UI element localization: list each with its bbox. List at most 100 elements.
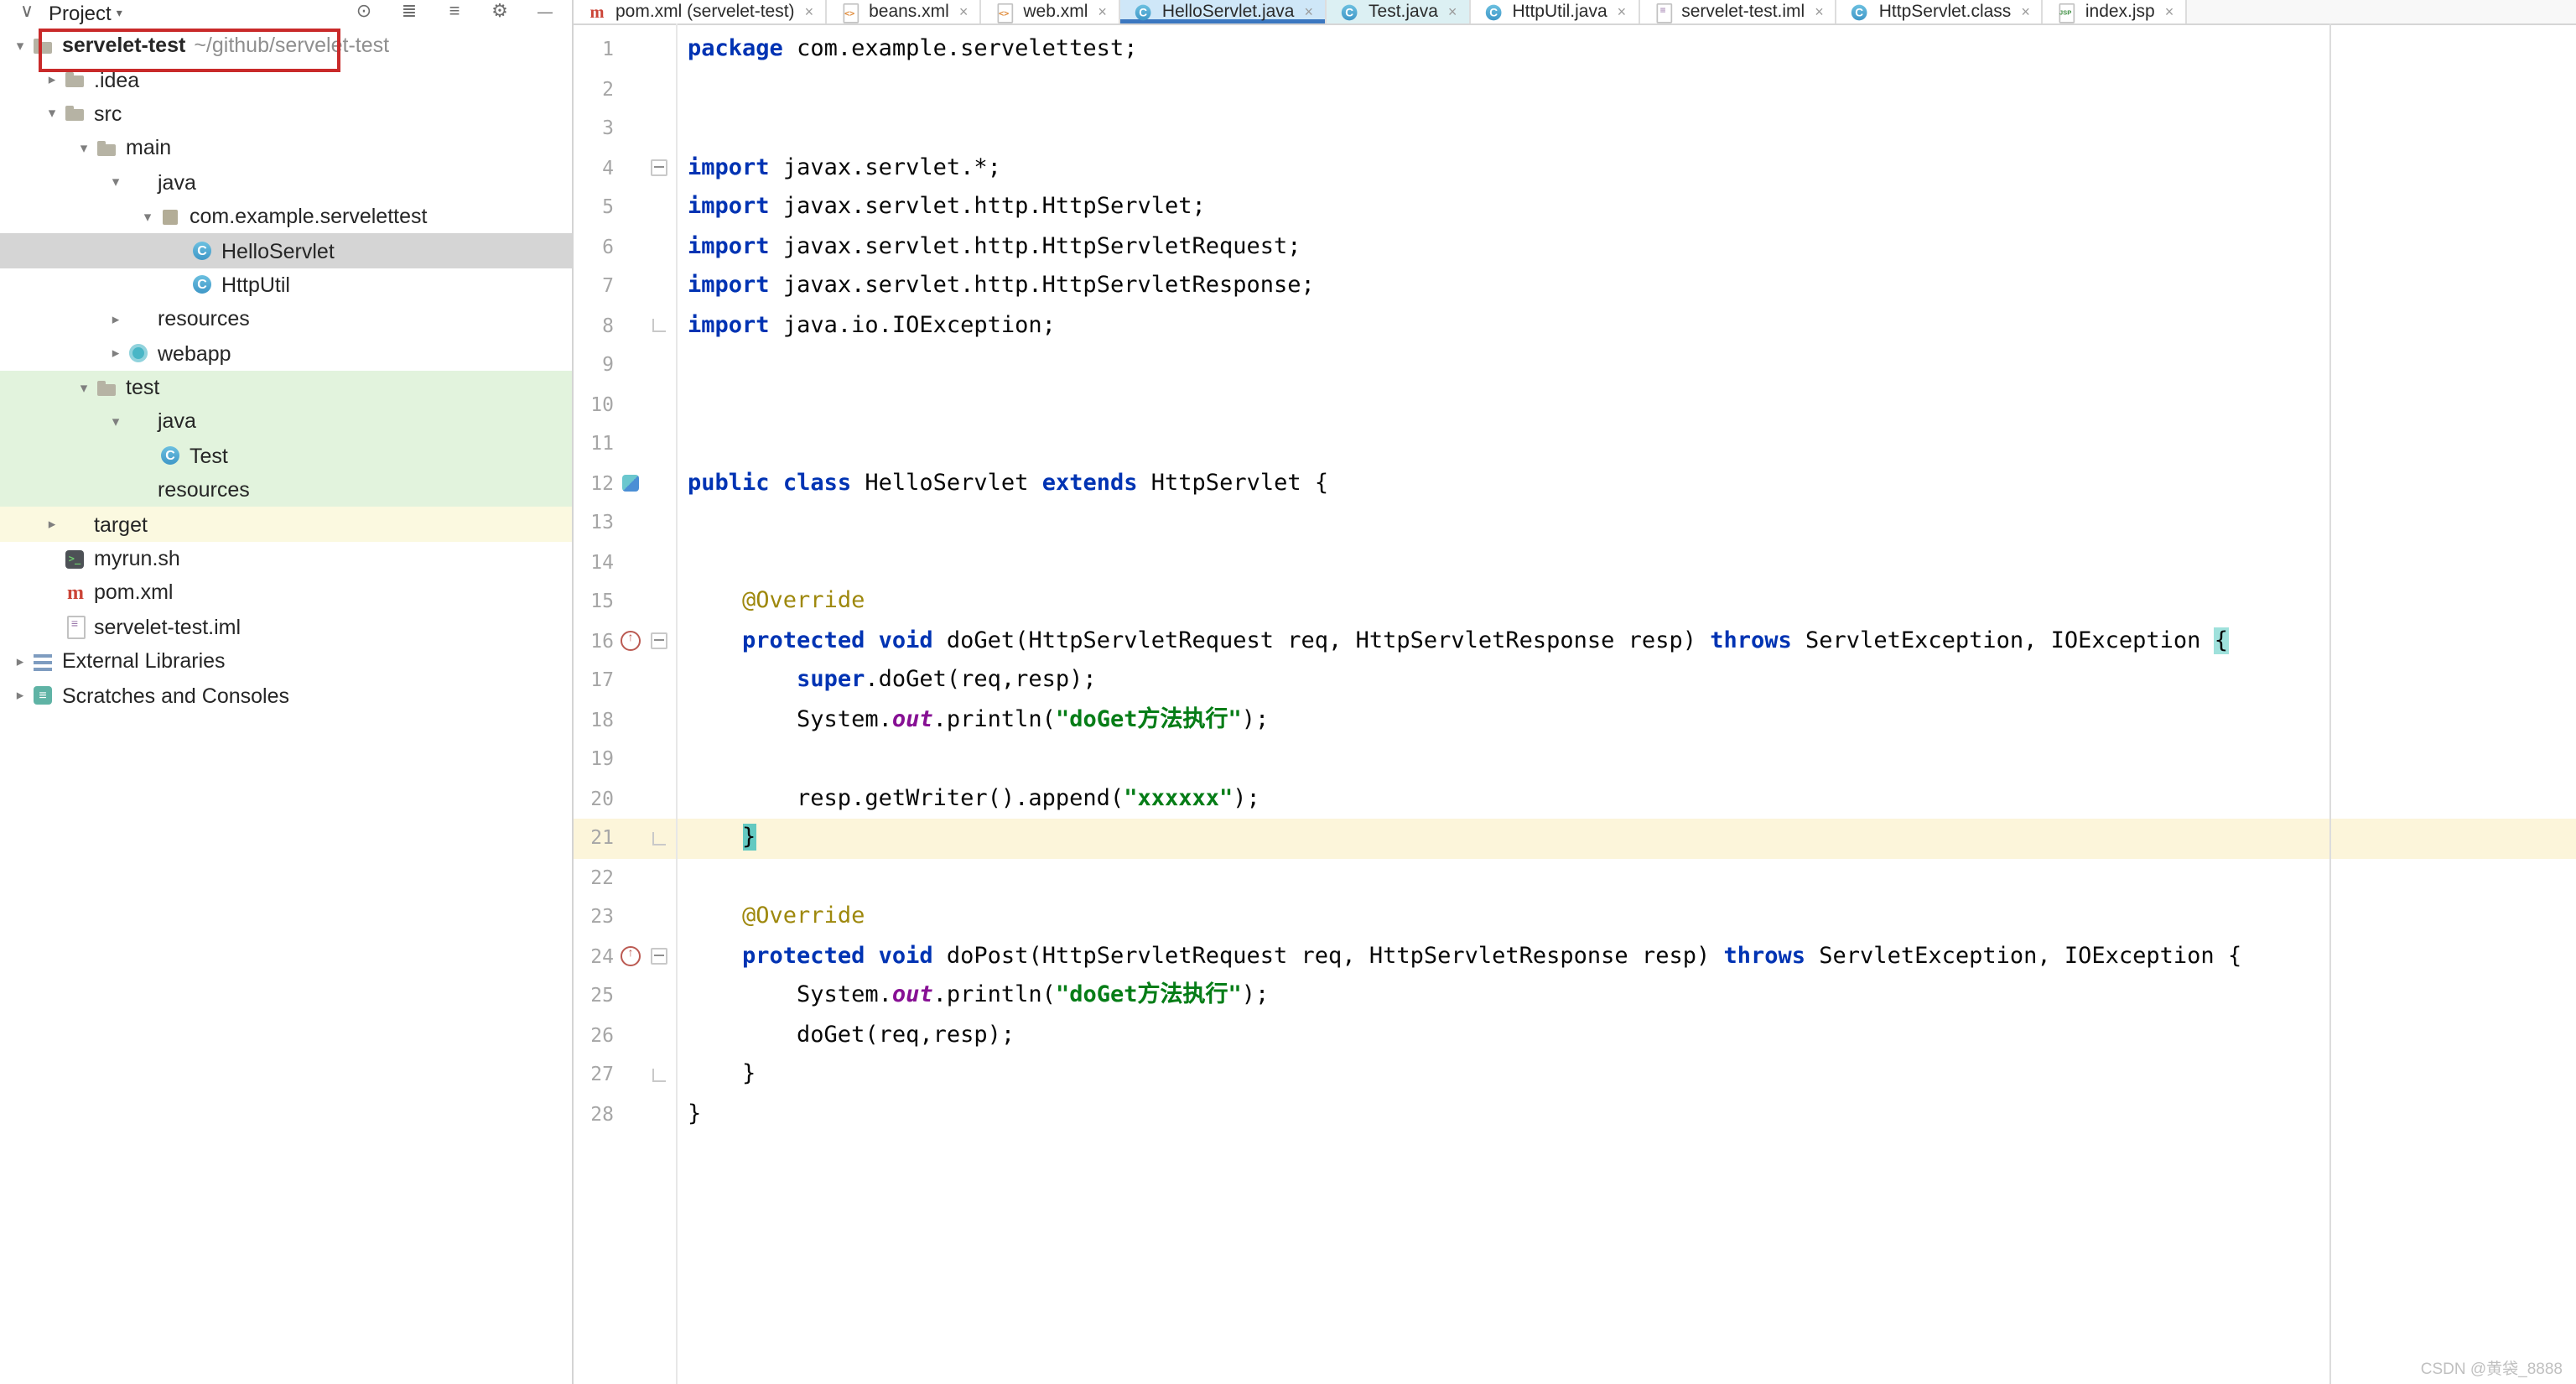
tree-item-httputil[interactable]: HttpUtil (0, 268, 572, 302)
code-line-21[interactable]: 21 } (574, 819, 2576, 858)
tab-servelet-test-iml[interactable]: servelet-test.iml × (1639, 0, 1837, 23)
tab-pom-xml-servelet-test[interactable]: pom.xml (servelet-test) × (574, 0, 828, 23)
code-line-1[interactable]: 1 package com.example.servelettest; (574, 30, 2576, 70)
tree-item-idea[interactable]: .idea (0, 63, 572, 97)
fold-end-icon[interactable] (652, 831, 666, 845)
line-number[interactable]: 10 (574, 385, 614, 424)
line-number[interactable]: 24 (574, 937, 614, 976)
tree-item-resources[interactable]: resources (0, 473, 572, 507)
close-tab-icon[interactable]: × (2165, 3, 2174, 20)
tree-item-test[interactable]: Test (0, 439, 572, 474)
tab-beans-xml[interactable]: beans.xml × (827, 0, 982, 23)
code-line-2[interactable]: 2 (574, 70, 2576, 109)
line-number[interactable]: 7 (574, 267, 614, 306)
line-number[interactable]: 4 (574, 148, 614, 188)
collapse-all-icon[interactable] (443, 2, 466, 23)
chevron-right-icon[interactable] (8, 652, 32, 670)
code-line-3[interactable]: 3 (574, 109, 2576, 148)
tree-item-servelet-test-iml[interactable]: servelet-test.iml (0, 610, 572, 644)
code-line-17[interactable]: 17 super.doGet(req,resp); (574, 661, 2576, 700)
line-number[interactable]: 28 (574, 1095, 614, 1134)
line-number[interactable]: 3 (574, 109, 614, 148)
line-number[interactable]: 2 (574, 70, 614, 109)
settings-icon[interactable] (488, 2, 512, 23)
chevron-down-icon[interactable] (72, 139, 96, 158)
chevron-down-icon[interactable] (72, 378, 96, 397)
chevron-down-icon[interactable] (104, 413, 127, 431)
code-line-22[interactable]: 22 (574, 858, 2576, 898)
code-line-9[interactable]: 9 (574, 346, 2576, 385)
line-number[interactable]: 20 (574, 779, 614, 819)
tree-item-myrun-sh[interactable]: myrun.sh (0, 542, 572, 576)
line-number[interactable]: 6 (574, 227, 614, 267)
tree-item-servelet-test[interactable]: servelet-test ~/github/servelet-test (0, 29, 572, 63)
chevron-down-icon[interactable] (136, 207, 159, 226)
chevron-down-icon[interactable] (104, 174, 127, 192)
line-number[interactable]: 19 (574, 740, 614, 779)
code-line-16[interactable]: 16 protected void doGet(HttpServletReque… (574, 622, 2576, 661)
code-line-5[interactable]: 5 import javax.servlet.http.HttpServlet; (574, 188, 2576, 227)
close-tab-icon[interactable]: × (959, 3, 969, 20)
chevron-down-icon[interactable] (40, 105, 64, 123)
tree-item-scratches-and-consoles[interactable]: Scratches and Consoles (0, 679, 572, 713)
close-tab-icon[interactable]: × (1305, 3, 1314, 20)
code-line-19[interactable]: 19 (574, 740, 2576, 779)
line-number[interactable]: 21 (574, 819, 614, 858)
tree-item-src[interactable]: src (0, 97, 572, 132)
code-area[interactable]: 1 package com.example.servelettest; 2 3 4 imp… (574, 23, 2576, 1384)
tab-httputil-java[interactable]: HttpUtil.java × (1470, 0, 1640, 23)
tree-item-main[interactable]: main (0, 131, 572, 165)
tree-item-helloservlet[interactable]: HelloServlet (0, 233, 572, 268)
chevron-right-icon[interactable] (40, 70, 64, 89)
code-line-27[interactable]: 27 } (574, 1055, 2576, 1095)
fold-collapse-icon[interactable] (651, 632, 667, 650)
code-line-25[interactable]: 25 System.out.println("doGet方法执行"); (574, 976, 2576, 1016)
fold-end-icon[interactable] (652, 1068, 666, 1082)
fold-collapse-icon[interactable] (651, 159, 667, 177)
code-line-4[interactable]: 4 import javax.servlet.*; (574, 148, 2576, 188)
chevron-right-icon[interactable] (8, 686, 32, 705)
override-method-gutter-icon[interactable] (621, 631, 641, 652)
tab-index-jsp[interactable]: index.jsp × (2043, 0, 2188, 23)
code-line-11[interactable]: 11 (574, 424, 2576, 464)
close-tab-icon[interactable]: × (1448, 3, 1457, 20)
close-tab-icon[interactable]: × (2021, 3, 2030, 20)
tree-item-resources[interactable]: resources (0, 302, 572, 336)
line-number[interactable]: 16 (574, 622, 614, 661)
project-view-selector[interactable]: Project ▾ (49, 1, 122, 24)
code-line-20[interactable]: 20 resp.getWriter().append("xxxxxx"); (574, 779, 2576, 819)
code-line-15[interactable]: 15 @Override (574, 582, 2576, 622)
fold-end-icon[interactable] (652, 319, 666, 333)
code-line-10[interactable]: 10 (574, 385, 2576, 424)
tree-item-com-example-servelettest[interactable]: com.example.servelettest (0, 200, 572, 234)
code-line-14[interactable]: 14 (574, 543, 2576, 582)
tree-item-pom-xml[interactable]: pom.xml (0, 576, 572, 611)
close-tab-icon[interactable]: × (1098, 3, 1107, 20)
locate-icon[interactable] (352, 2, 376, 23)
code-line-23[interactable]: 23 @Override (574, 898, 2576, 937)
line-number[interactable]: 9 (574, 346, 614, 385)
close-tab-icon[interactable]: × (1618, 3, 1627, 20)
tree-item-external-libraries[interactable]: External Libraries (0, 644, 572, 679)
line-number[interactable]: 25 (574, 976, 614, 1016)
tab-httpservlet-class[interactable]: HttpServlet.class × (1836, 0, 2044, 23)
chevron-right-icon[interactable] (104, 344, 127, 362)
close-tab-icon[interactable]: × (805, 3, 814, 20)
expand-all-icon[interactable] (397, 2, 421, 23)
code-line-13[interactable]: 13 (574, 503, 2576, 543)
line-number[interactable]: 26 (574, 1016, 614, 1055)
tree-item-test[interactable]: test (0, 370, 572, 405)
line-number[interactable]: 14 (574, 543, 614, 582)
chevron-right-icon[interactable] (40, 515, 64, 533)
line-number[interactable]: 11 (574, 424, 614, 464)
tree-item-java[interactable]: java (0, 404, 572, 440)
line-number[interactable]: 23 (574, 898, 614, 937)
code-line-7[interactable]: 7 import javax.servlet.http.HttpServletRe… (574, 267, 2576, 306)
chevron-right-icon[interactable] (104, 310, 127, 329)
override-method-gutter-icon[interactable] (621, 946, 641, 967)
line-number[interactable]: 17 (574, 661, 614, 700)
line-number[interactable]: 18 (574, 700, 614, 740)
tree-item-webapp[interactable]: webapp (0, 336, 572, 371)
hide-icon[interactable] (533, 2, 557, 23)
line-number[interactable]: 1 (574, 30, 614, 70)
